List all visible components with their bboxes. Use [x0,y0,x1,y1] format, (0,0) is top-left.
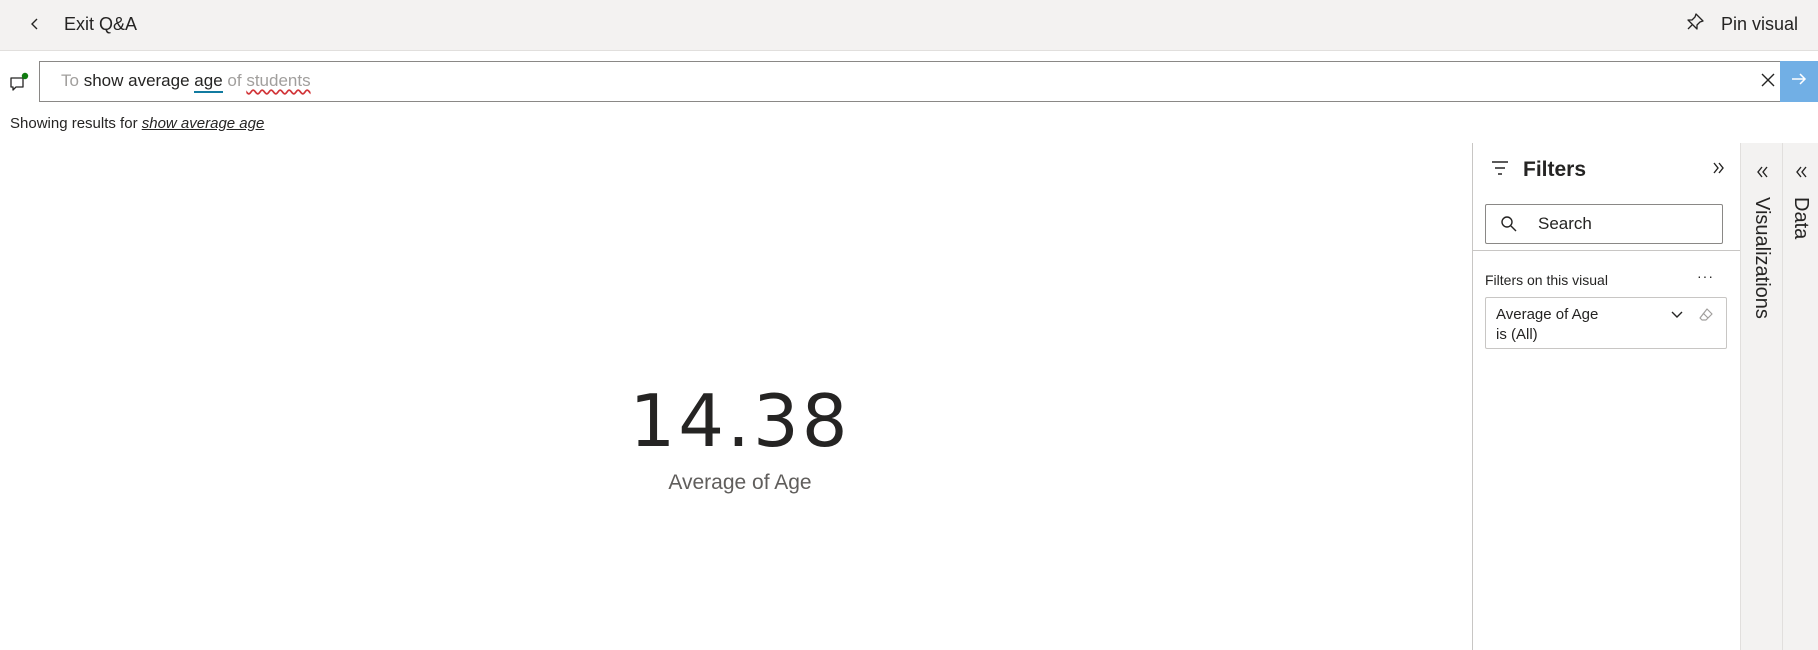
clear-question-button[interactable] [1757,71,1779,93]
results-query-link[interactable]: show average age [142,115,265,132]
results-summary: Showing results for show average age [10,115,264,132]
chevron-down-icon[interactable] [1670,308,1684,322]
double-chevron-right-icon [1710,162,1726,180]
chevron-left-icon [24,13,46,35]
submit-question-button[interactable] [1780,61,1818,102]
data-label: Data [1790,197,1812,240]
filter-card-average-age[interactable]: Average of Age is (All) [1485,297,1727,349]
top-bar: Exit Q&A Pin visual [0,0,1818,51]
exit-qa-button[interactable]: Exit Q&A [24,10,137,38]
search-icon [1500,215,1518,233]
filter-card-condition: is (All) [1496,326,1538,343]
filters-on-visual-label: Filters on this visual [1485,272,1608,288]
filters-title: Filters [1523,158,1587,181]
qa-token: students [246,71,311,90]
card-visual[interactable]: 14.38 Average of Age [540,385,940,495]
qa-token: To [61,71,79,90]
qa-question-input[interactable]: To show average age of students [39,61,1780,102]
filters-header: Filters [1491,158,1586,182]
double-chevron-left-icon[interactable] [1794,165,1808,179]
visualizations-pane[interactable]: Visualizations [1740,143,1782,650]
qa-question-text: To show average age of students [61,71,311,93]
pin-visual-button[interactable]: Pin visual [1685,10,1798,38]
filters-divider [1473,250,1741,251]
filters-pane: Filters Search Filters on this visual ··… [1472,143,1741,650]
card-value: 14.38 [629,379,851,463]
qa-token: of [227,71,242,90]
eraser-icon[interactable] [1698,307,1714,323]
filter-icon [1491,160,1509,180]
double-chevron-left-icon[interactable] [1755,165,1769,179]
arrow-right-icon [1791,72,1807,91]
filters-search-placeholder: Search [1538,214,1592,233]
pin-visual-label: Pin visual [1720,13,1798,34]
close-icon [1761,73,1775,92]
more-options-button[interactable]: ··· [1697,268,1714,284]
qa-token: age [194,71,223,93]
pin-icon [1685,12,1705,37]
card-label: Average of Age [668,471,812,494]
qa-chat-icon [9,72,31,94]
collapse-filters-button[interactable] [1710,160,1726,176]
results-prefix: Showing results for [10,115,138,132]
data-pane[interactable]: Data [1782,143,1818,650]
visualizations-label: Visualizations [1751,197,1773,319]
qa-token: show average [83,71,190,90]
filter-card-field: Average of Age [1496,306,1599,323]
filters-search-input[interactable]: Search [1485,204,1723,244]
exit-qa-label: Exit Q&A [64,13,138,34]
